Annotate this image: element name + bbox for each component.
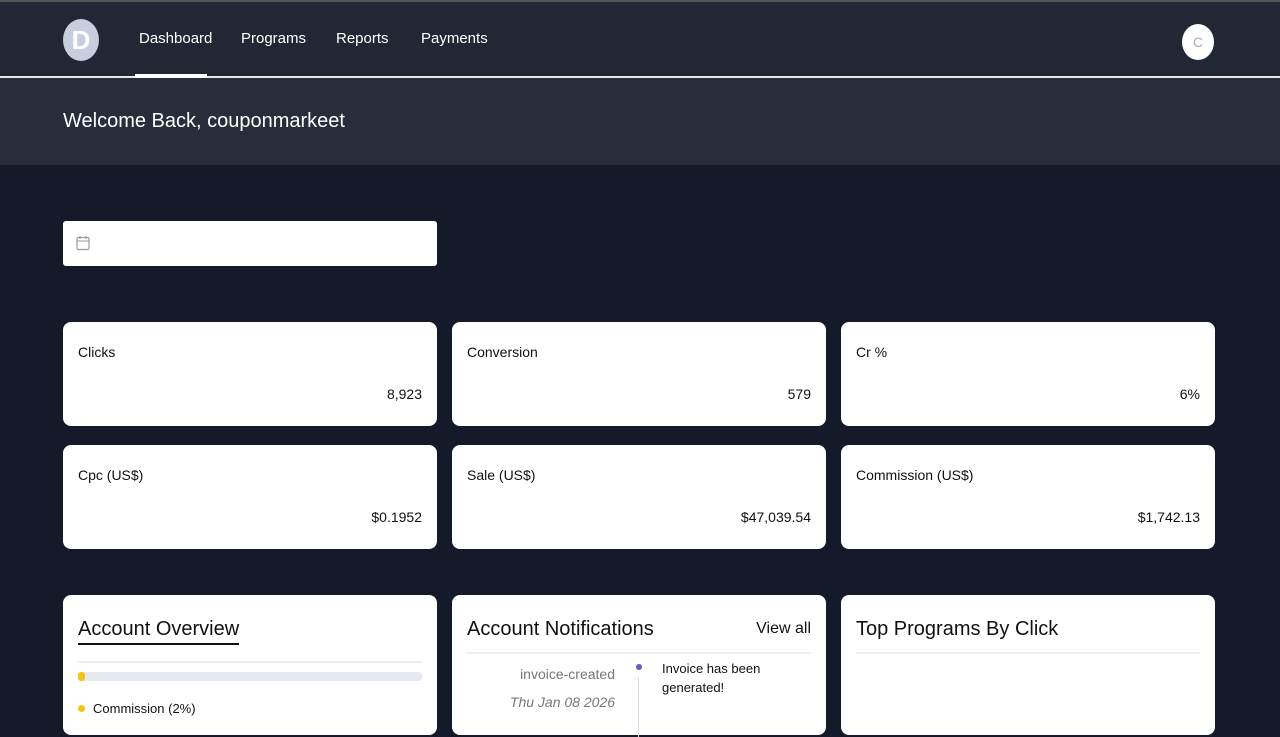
calendar-icon: [76, 236, 90, 251]
stat-card-commission: Commission (US$) $1,742.13: [841, 445, 1215, 549]
timeline-dot: [636, 664, 642, 670]
view-all-link[interactable]: View all: [756, 620, 811, 638]
progress-fill: [78, 672, 85, 681]
welcome-banner: Welcome Back, couponmarkeet: [0, 78, 1280, 165]
stat-label: Clicks: [78, 344, 116, 360]
stat-card-cpc: Cpc (US$) $0.1952: [63, 445, 437, 549]
timeline-line: [638, 677, 639, 737]
stat-card-cr: Cr % 6%: [841, 322, 1215, 426]
stat-label: Cr %: [856, 344, 888, 360]
notification-message: Invoice has been generated!: [662, 661, 761, 695]
panel-title: Account Notifications: [467, 618, 654, 640]
legend-label: Commission (2%): [93, 701, 196, 716]
notification-date: Thu Jan 08 2026: [509, 694, 615, 710]
divider: [467, 652, 811, 654]
date-range-input[interactable]: [63, 221, 437, 266]
nav-reports[interactable]: Reports: [336, 30, 389, 47]
stat-card-sale: Sale (US$) $47,039.54: [452, 445, 826, 549]
welcome-text: Welcome Back, couponmarkeet: [63, 110, 345, 132]
divider: [856, 652, 1200, 654]
stat-value: 579: [787, 386, 811, 402]
panel-title: Top Programs By Click: [856, 618, 1059, 640]
logo[interactable]: D: [63, 19, 99, 61]
stat-label: Cpc (US$): [78, 467, 144, 483]
stat-label: Conversion: [467, 344, 538, 360]
legend-dot: [78, 705, 85, 712]
account-overview-panel: Account Overview Commission (2%): [63, 595, 437, 735]
stat-card-clicks: Clicks 8,923: [63, 322, 437, 426]
stat-value: 8,923: [386, 386, 422, 402]
account-notifications-panel: Account Notifications View all invoice-c…: [452, 595, 826, 737]
top-programs-panel: Top Programs By Click: [841, 595, 1215, 735]
stat-label: Commission (US$): [856, 467, 974, 483]
nav-dashboard[interactable]: Dashboard: [139, 30, 212, 47]
notification-type: invoice-created: [520, 666, 615, 682]
commission-progress-bar: [78, 672, 422, 681]
divider: [78, 661, 422, 663]
stat-label: Sale (US$): [467, 467, 536, 483]
stat-value: 6%: [1179, 386, 1200, 402]
stat-card-conversion: Conversion 579: [452, 322, 826, 426]
avatar[interactable]: C: [1182, 24, 1214, 60]
nav-payments[interactable]: Payments: [421, 30, 488, 47]
stat-value: $0.1952: [371, 509, 422, 525]
stat-value: $1,742.13: [1137, 509, 1200, 525]
top-nav: D Dashboard Programs Reports Payments C: [0, 0, 1280, 78]
panel-title: Account Overview: [78, 618, 240, 645]
nav-programs[interactable]: Programs: [241, 30, 306, 47]
stat-value: $47,039.54: [740, 509, 811, 525]
